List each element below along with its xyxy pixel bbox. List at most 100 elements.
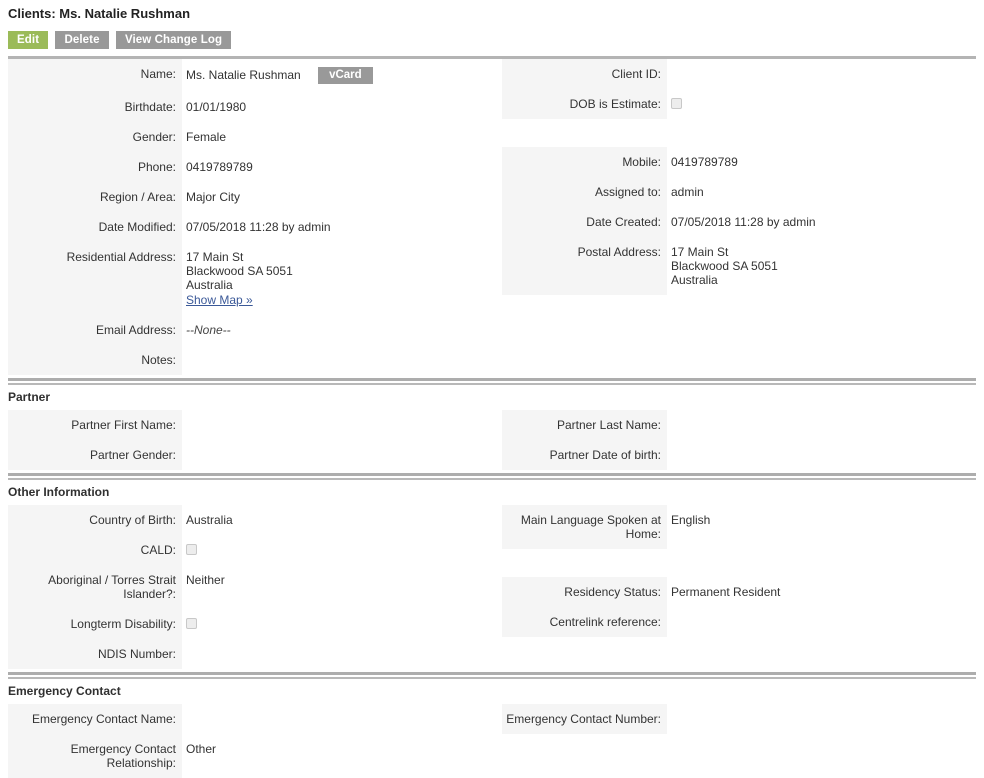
field-value-dob-is-estimate: [667, 89, 976, 119]
field-row-partner-first-name: Partner First Name:: [8, 410, 492, 440]
field-row-partner-dob: Partner Date of birth:: [502, 440, 976, 470]
field-label-country-of-birth: Country of Birth:: [8, 505, 182, 535]
field-value-partner-dob: [667, 440, 976, 470]
field-label-emergency-contact-relationship: Emergency Contact Relationship:: [8, 734, 182, 778]
field-value-partner-first-name: [182, 410, 492, 440]
address-line-1: 17 Main St: [186, 250, 244, 264]
field-row-email-address: Email Address: --None--: [8, 315, 492, 345]
field-value-partner-last-name: [667, 410, 976, 440]
field-label-aboriginal-torres-strait-islander: Aboriginal / Torres Strait Islander?:: [8, 565, 182, 609]
field-value-longterm-disability: [182, 609, 492, 639]
longterm-disability-checkbox[interactable]: [186, 618, 197, 629]
field-label-centrelink-reference: Centrelink reference:: [502, 607, 667, 637]
partner-left-column: Partner First Name: Partner Gender:: [8, 410, 492, 470]
page-title: Clients: Ms. Natalie Rushman: [8, 6, 191, 21]
field-row-notes: Notes:: [8, 345, 492, 375]
field-value-main-language: English: [671, 513, 711, 527]
field-value-mobile: 0419789789: [671, 155, 738, 169]
field-value-country-of-birth: Australia: [186, 513, 233, 527]
field-label-date-modified: Date Modified:: [8, 212, 182, 242]
field-row-gender: Gender: Female: [8, 122, 492, 152]
field-label-main-language: Main Language Spoken at Home:: [502, 505, 667, 549]
spacer-label-cell-2: [502, 549, 667, 577]
field-row-assigned-to: Assigned to: admin: [502, 177, 976, 207]
field-row-date-modified: Date Modified: 07/05/2018 11:28 by admin: [8, 212, 492, 242]
field-row-client-id: Client ID:: [502, 59, 976, 89]
address-line-3: Australia: [186, 278, 233, 292]
partner-section-divider: [8, 375, 976, 385]
emergency-left-column: Emergency Contact Name: Emergency Contac…: [8, 704, 492, 778]
postal-address-line-2: Blackwood SA 5051: [671, 259, 778, 273]
field-label-dob-is-estimate: DOB is Estimate:: [502, 89, 667, 119]
cald-checkbox[interactable]: [186, 544, 197, 555]
field-value-phone: 0419789789: [186, 160, 253, 174]
partner-details: Partner First Name: Partner Gender: Part…: [8, 410, 976, 470]
dob-is-estimate-checkbox[interactable]: [671, 98, 682, 109]
field-value-date-modified: 07/05/2018 11:28 by admin: [186, 220, 331, 234]
emergency-contact-details: Emergency Contact Name: Emergency Contac…: [8, 704, 976, 778]
field-label-ndis-number: NDIS Number:: [8, 639, 182, 669]
field-label-region: Region / Area:: [8, 182, 182, 212]
address-line-2: Blackwood SA 5051: [186, 264, 293, 278]
field-value-postal-address: 17 Main St Blackwood SA 5051 Australia: [667, 237, 976, 295]
field-row-aboriginal-torres-strait-islander: Aboriginal / Torres Strait Islander?: Ne…: [8, 565, 492, 609]
field-row-name: Name: Ms. Natalie Rushman vCard: [8, 59, 492, 92]
field-row-postal-address: Postal Address: 17 Main St Blackwood SA …: [502, 237, 976, 295]
view-change-log-button[interactable]: View Change Log: [115, 31, 232, 49]
field-row-partner-gender: Partner Gender:: [8, 440, 492, 470]
field-value-email-address: --None--: [182, 315, 492, 345]
field-label-residency-status: Residency Status:: [502, 577, 667, 607]
field-row-mobile: Mobile: 0419789789: [502, 147, 976, 177]
section-heading-emergency-contact: Emergency Contact: [8, 684, 121, 698]
field-row-residential-address: Residential Address: 17 Main St Blackwoo…: [8, 242, 492, 315]
field-value-cald: [182, 535, 492, 565]
field-label-partner-gender: Partner Gender:: [8, 440, 182, 470]
field-label-email-address: Email Address:: [8, 315, 182, 345]
field-value-date-created: 07/05/2018 11:28 by admin: [671, 215, 816, 229]
field-label-name: Name:: [8, 59, 182, 92]
postal-address-line-3: Australia: [671, 273, 718, 287]
name-text: Ms. Natalie Rushman: [186, 68, 301, 82]
field-row-emergency-contact-name: Emergency Contact Name:: [8, 704, 492, 734]
email-none-text: --None--: [186, 323, 231, 337]
field-row-dob-is-estimate: DOB is Estimate:: [502, 89, 976, 119]
field-label-mobile: Mobile:: [502, 147, 667, 177]
main-details-left-column: Name: Ms. Natalie Rushman vCard Birthdat…: [8, 59, 492, 375]
field-value-emergency-contact-number: [667, 704, 976, 734]
field-label-postal-address: Postal Address:: [502, 237, 667, 295]
field-value-client-id: [667, 59, 976, 89]
field-row-residency-status: Residency Status: Permanent Resident: [502, 577, 976, 607]
field-label-client-id: Client ID:: [502, 59, 667, 89]
postal-address-line-1: 17 Main St: [671, 245, 729, 259]
field-value-birthdate: 01/01/1980: [186, 100, 247, 114]
field-row-birthdate: Birthdate: 01/01/1980: [8, 92, 492, 122]
field-label-cald: CALD:: [8, 535, 182, 565]
field-label-emergency-contact-name: Emergency Contact Name:: [8, 704, 182, 734]
spacer-label-cell: [502, 119, 667, 147]
field-row-emergency-contact-relationship: Emergency Contact Relationship: Other: [8, 734, 492, 778]
field-value-centrelink-reference: [667, 607, 976, 637]
field-value-ndis-number: [182, 639, 492, 669]
edit-button[interactable]: Edit: [8, 31, 49, 49]
field-label-phone: Phone:: [8, 152, 182, 182]
field-value-emergency-contact-name: [182, 704, 492, 734]
field-row-main-language: Main Language Spoken at Home: English: [502, 505, 976, 549]
show-map-link[interactable]: Show Map »: [186, 293, 253, 307]
field-value-residential-address: 17 Main St Blackwood SA 5051 Australia S…: [182, 242, 492, 315]
field-row-spacer-cald: [502, 549, 976, 577]
field-label-longterm-disability: Longterm Disability:: [8, 609, 182, 639]
field-label-date-created: Date Created:: [502, 207, 667, 237]
field-row-date-created: Date Created: 07/05/2018 11:28 by admin: [502, 207, 976, 237]
vcard-button[interactable]: vCard: [318, 67, 373, 84]
other-information-details: Country of Birth: Australia CALD: Aborig…: [8, 505, 976, 669]
field-label-notes: Notes:: [8, 345, 182, 375]
field-value-residency-status: Permanent Resident: [671, 585, 781, 599]
field-row-region: Region / Area: Major City: [8, 182, 492, 212]
field-label-residential-address: Residential Address:: [8, 242, 182, 315]
main-details-right-column: Client ID: DOB is Estimate: Mobile: 0419…: [492, 59, 976, 295]
field-row-spacer-gender: [502, 119, 976, 147]
field-row-phone: Phone: 0419789789: [8, 152, 492, 182]
delete-button[interactable]: Delete: [55, 31, 109, 49]
other-right-column: Main Language Spoken at Home: English Re…: [492, 505, 976, 637]
spacer-value-cell: [667, 119, 976, 147]
